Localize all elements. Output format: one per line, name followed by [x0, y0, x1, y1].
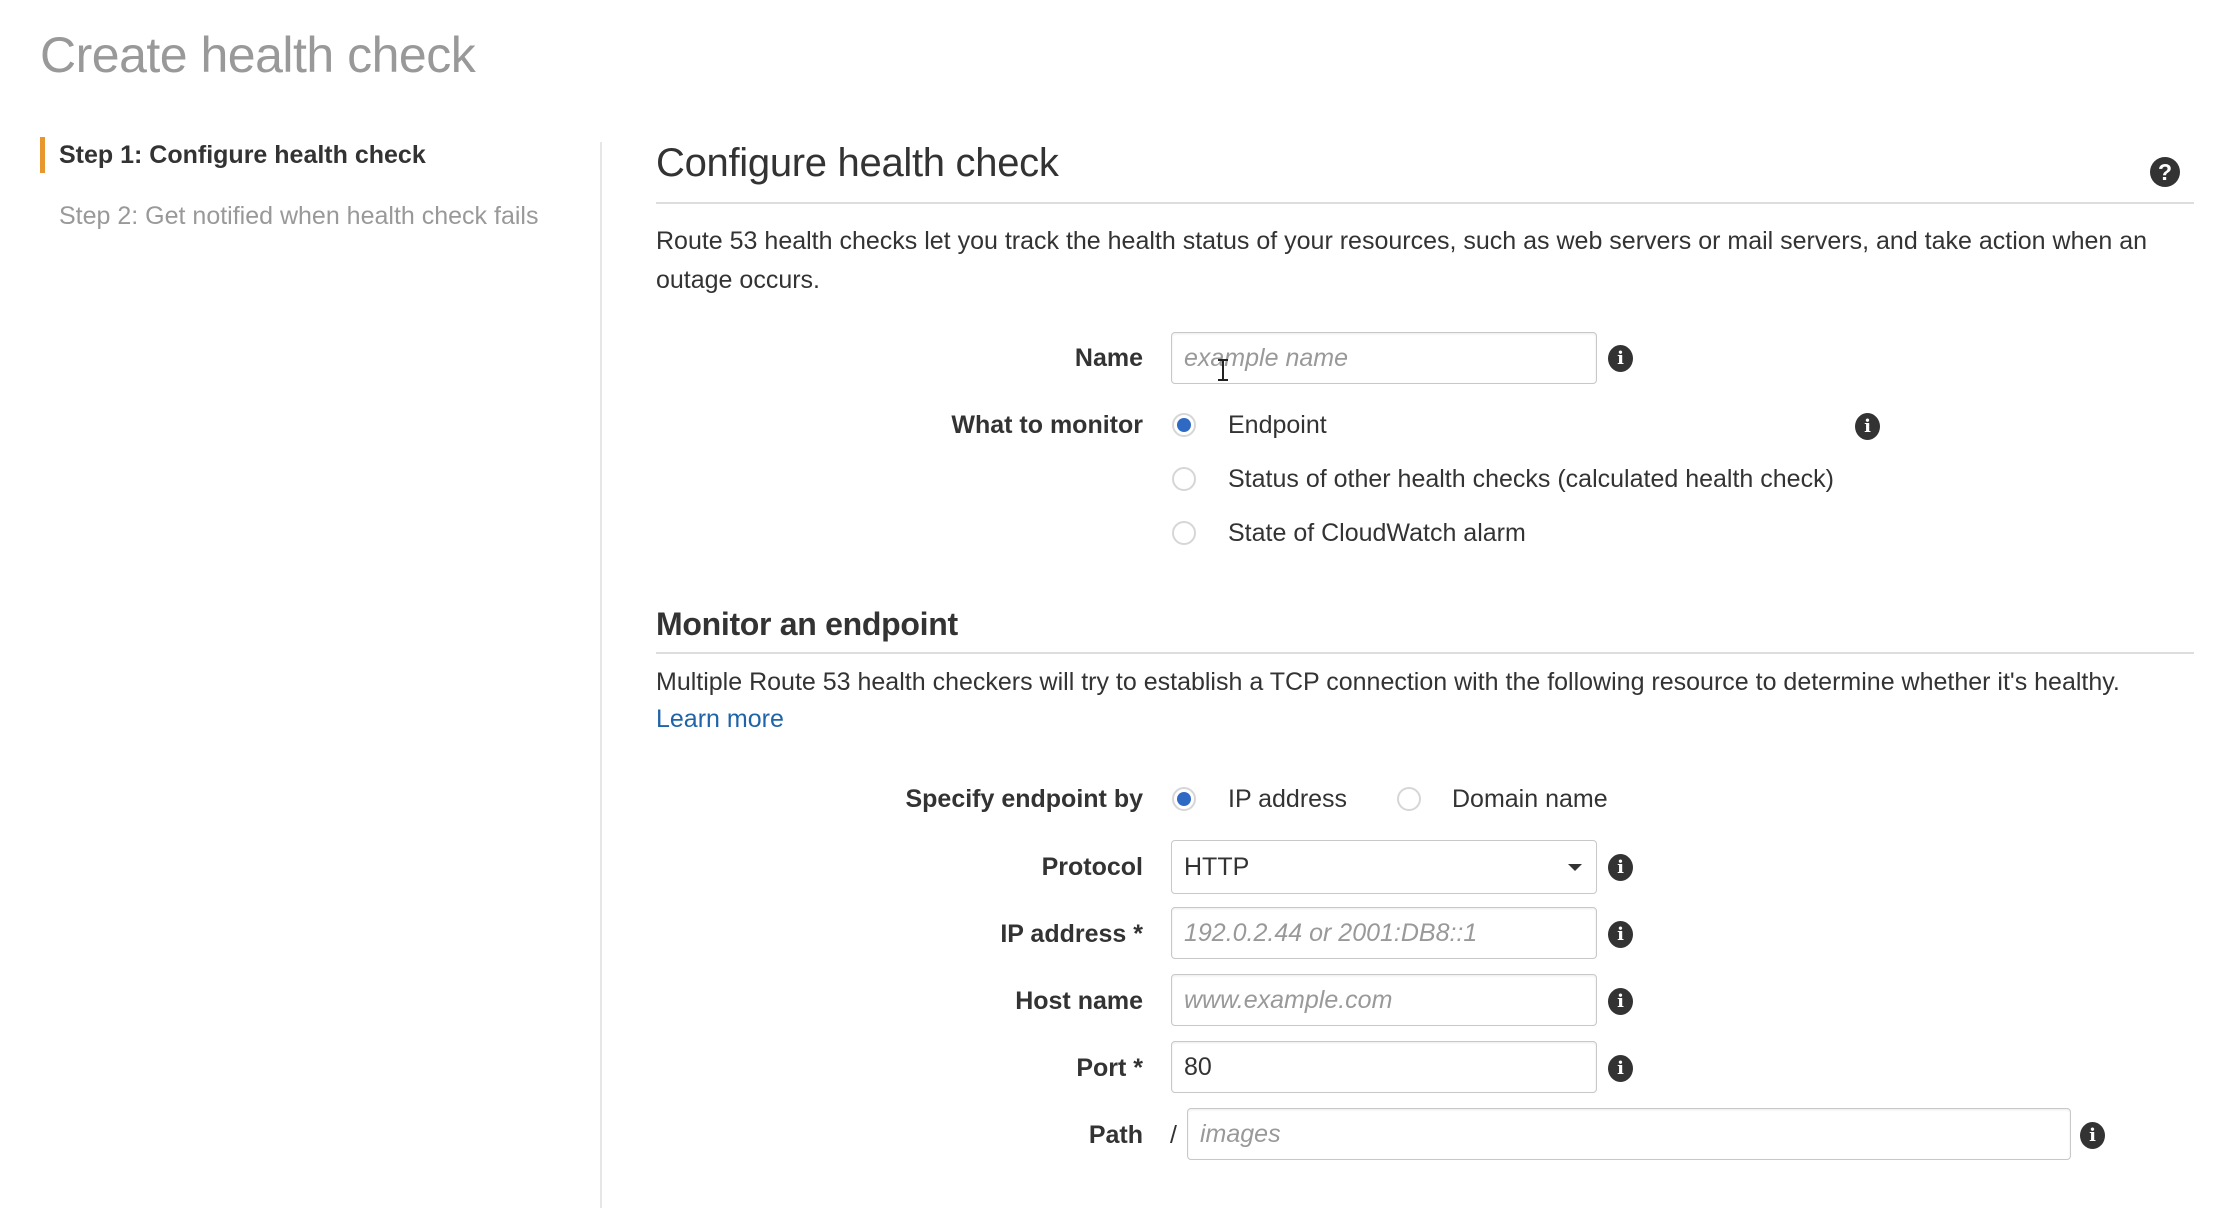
- port-input[interactable]: [1171, 1041, 1597, 1093]
- ip-address-info-icon[interactable]: i: [1608, 921, 1633, 948]
- port-info-icon[interactable]: i: [1608, 1055, 1633, 1082]
- radio-cloudwatch-alarm[interactable]: [1172, 521, 1196, 545]
- radio-cloudwatch-alarm-label[interactable]: State of CloudWatch alarm: [1228, 519, 1526, 548]
- host-name-info-icon[interactable]: i: [1608, 988, 1633, 1015]
- path-prefix-slash: /: [1170, 1121, 1177, 1149]
- radio-domain-name[interactable]: [1397, 787, 1421, 811]
- path-label: Path: [1088, 1121, 1143, 1149]
- radio-calculated-health-check[interactable]: [1172, 467, 1196, 491]
- endpoint-section-divider: [656, 652, 2194, 654]
- radio-ip-address[interactable]: [1172, 787, 1196, 811]
- sidebar-divider: [600, 142, 602, 1208]
- configure-section-title: Configure health check: [656, 141, 1059, 185]
- protocol-select[interactable]: HTTP: [1171, 840, 1597, 894]
- question-circle-icon[interactable]: ?: [2150, 157, 2180, 187]
- host-name-label: Host name: [1015, 987, 1143, 1015]
- ip-address-label: IP address *: [1000, 920, 1143, 948]
- protocol-info-icon[interactable]: i: [1608, 854, 1633, 881]
- name-info-icon[interactable]: i: [1608, 345, 1633, 372]
- path-info-icon[interactable]: i: [2080, 1122, 2105, 1149]
- radio-domain-name-label[interactable]: Domain name: [1452, 785, 1608, 814]
- radio-calculated-health-check-label[interactable]: Status of other health checks (calculate…: [1228, 465, 1834, 494]
- configure-description: Route 53 health checks let you track the…: [656, 227, 2148, 294]
- section-divider: [656, 202, 2194, 204]
- step-2-get-notified[interactable]: Step 2: Get notified when health check f…: [40, 198, 538, 234]
- step-1-configure-health-check[interactable]: Step 1: Configure health check: [40, 137, 426, 173]
- name-label: Name: [1074, 344, 1143, 372]
- radio-ip-address-label[interactable]: IP address: [1228, 785, 1347, 814]
- path-input[interactable]: [1187, 1108, 2071, 1160]
- text-cursor-icon: [1218, 359, 1228, 381]
- radio-endpoint[interactable]: [1172, 413, 1196, 437]
- protocol-label: Protocol: [1041, 853, 1143, 881]
- specify-endpoint-by-label: Specify endpoint by: [905, 785, 1143, 813]
- monitor-endpoint-title: Monitor an endpoint: [656, 606, 958, 642]
- endpoint-description: Multiple Route 53 health checkers will t…: [656, 668, 2120, 696]
- chevron-down-icon: [1568, 864, 1582, 871]
- what-to-monitor-label: What to monitor: [951, 411, 1143, 439]
- protocol-selected-value: HTTP: [1184, 853, 1250, 881]
- radio-endpoint-label[interactable]: Endpoint: [1228, 411, 1327, 440]
- ip-address-input[interactable]: [1171, 907, 1597, 959]
- what-to-monitor-info-icon[interactable]: i: [1855, 413, 1880, 440]
- host-name-input[interactable]: [1171, 974, 1597, 1026]
- port-label: Port *: [1076, 1054, 1143, 1082]
- name-input[interactable]: [1171, 332, 1597, 384]
- page-title: Create health check: [40, 27, 476, 83]
- learn-more-link[interactable]: Learn more: [656, 705, 784, 734]
